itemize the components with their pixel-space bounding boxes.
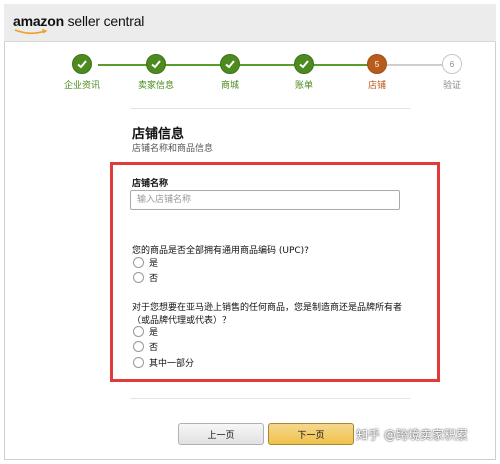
brand-question-line1: 对于您想要在亚马逊上销售的任何商品，您是制造商还是品牌所有者	[132, 303, 403, 313]
upc-yes-label: 是	[149, 259, 159, 269]
step-label-company: 企业资讯	[63, 81, 101, 91]
top-divider	[130, 108, 410, 109]
previous-button[interactable]: 上一页	[178, 423, 264, 445]
upc-question: 您的商品是否全部拥有通用商品编码 (UPC)?	[132, 246, 309, 256]
brand-partial-label: 其中一部分	[149, 359, 195, 369]
brand-no-radio[interactable]	[133, 341, 144, 352]
brand-question-line2: （或品牌代理或代表）？	[132, 316, 232, 326]
step-label-store: 店铺	[367, 81, 387, 91]
step-label-seller: 卖家信息	[137, 81, 175, 91]
watermark-text: 知乎 @跨境卖家积累	[356, 428, 468, 442]
step-1-check	[72, 54, 92, 74]
upc-no-radio[interactable]	[133, 272, 144, 283]
bottom-divider	[130, 398, 410, 399]
brand-yes-label: 是	[149, 328, 159, 338]
amazon-smile-icon	[14, 29, 48, 35]
step-5-current: 5	[367, 54, 387, 74]
app-header: amazon seller central	[4, 4, 496, 42]
checkmark-icon	[299, 60, 309, 69]
brand-yes-radio[interactable]	[133, 326, 144, 337]
next-button[interactable]: 下一页	[268, 423, 354, 445]
progress-line-todo	[386, 64, 444, 66]
brand-partial-radio[interactable]	[133, 357, 144, 368]
amazon-seller-central-logo[interactable]: amazon seller central	[13, 13, 144, 29]
checkmark-icon	[77, 60, 87, 69]
page-subtitle: 店铺名称和商品信息	[132, 144, 214, 154]
upc-no-label: 否	[149, 274, 159, 284]
checkmark-icon	[225, 60, 235, 69]
store-name-label: 店铺名称	[132, 179, 169, 189]
checkmark-icon	[151, 60, 161, 69]
logo-product: seller central	[63, 13, 145, 29]
page-title: 店铺信息	[132, 127, 185, 142]
step-label-billing: 账单	[294, 81, 314, 91]
store-name-input[interactable]	[130, 190, 400, 210]
step-2-check	[146, 54, 166, 74]
step-3-check	[220, 54, 240, 74]
step-6-todo: 6	[442, 54, 462, 74]
step-4-check	[294, 54, 314, 74]
logo-brand: amazon	[13, 13, 64, 29]
brand-no-label: 否	[149, 343, 159, 353]
step-label-marketplace: 商城	[220, 81, 240, 91]
upc-yes-radio[interactable]	[133, 257, 144, 268]
step-label-verify: 验证	[442, 81, 462, 91]
